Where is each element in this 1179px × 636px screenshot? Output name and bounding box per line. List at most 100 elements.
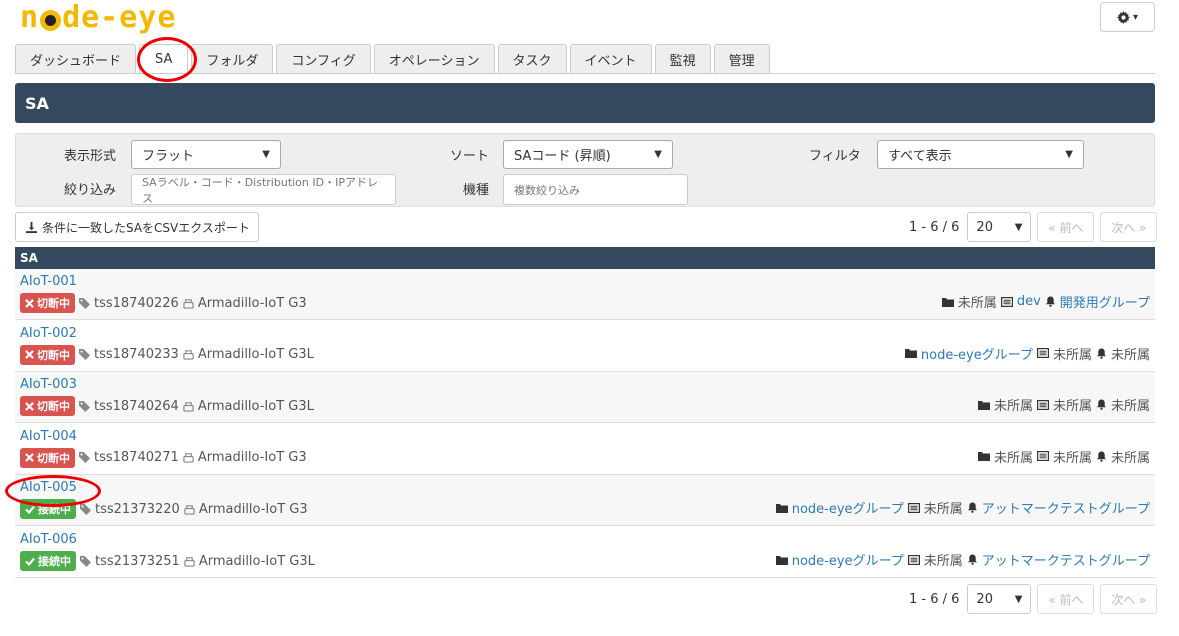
model-filter-input[interactable]: 複数絞り込み: [503, 174, 688, 205]
folder-value[interactable]: node-eyeグループ: [792, 498, 904, 517]
config-value: 未所属: [923, 554, 963, 569]
chevron-down-icon: ▾: [1132, 11, 1139, 23]
sa-meta: 切断中 tss18740271 Armadillo-IoT G3: [20, 447, 307, 468]
table-row: AIoT-005 接続中 tss21373220 Armadillo-IoT G…: [15, 475, 1155, 527]
sa-tag: tss18740271: [94, 450, 179, 466]
filter-select[interactable]: すべて表示 ▼: [877, 140, 1084, 169]
chevron-down-icon: ▼: [1014, 593, 1023, 605]
folder-value: 未所属: [957, 296, 997, 311]
device-icon: [183, 349, 194, 360]
result-count: 1 - 6 / 6: [909, 591, 960, 607]
group-value[interactable]: アットマークテストグループ: [982, 498, 1150, 517]
folder-value[interactable]: node-eyeグループ: [792, 550, 904, 569]
config-value: 未所属: [1052, 347, 1092, 363]
config-value: 未所属: [1052, 399, 1092, 415]
display-format-select[interactable]: フラット ▼: [131, 140, 281, 169]
tab-operation[interactable]: オペレーション: [373, 44, 495, 73]
sa-tag: tss18740264: [94, 398, 179, 414]
next-page-button[interactable]: 次へ »: [1100, 212, 1158, 242]
sa-name-link[interactable]: AIoT-001: [20, 274, 77, 289]
filter-label: フィルタ: [809, 149, 861, 164]
status-text: 切断中: [37, 348, 70, 362]
group-value: 未所属: [1110, 450, 1150, 466]
model-label: 機種: [463, 183, 490, 198]
tab-event[interactable]: イベント: [569, 44, 652, 73]
folder-icon: [775, 503, 788, 513]
tab-sa[interactable]: SA: [139, 44, 189, 74]
sa-name-link[interactable]: AIoT-003: [20, 377, 77, 392]
close-icon: [25, 401, 34, 411]
sa-name-link[interactable]: AIoT-002: [20, 326, 77, 341]
sa-name-link[interactable]: AIoT-006: [20, 532, 77, 547]
tabs-divider: [15, 73, 1155, 74]
sort-select[interactable]: SAコード (昇順) ▼: [503, 140, 673, 169]
tab-folder[interactable]: フォルダ: [191, 44, 274, 73]
folder-value: 未所属: [993, 450, 1033, 466]
sa-assignments: node-eyeグループ 未所属 アットマークテストグループ: [775, 498, 1150, 518]
sa-meta: 切断中 tss18740226 Armadillo-IoT G3: [20, 293, 307, 313]
status-text: 切断中: [37, 451, 70, 465]
sa-meta: 接続中 tss21373220 Armadillo-IoT G3: [20, 499, 308, 520]
narrow-search-input[interactable]: SAラベル・コード・Distribution ID・IPアドレス: [131, 174, 396, 205]
bell-icon: [1096, 399, 1107, 411]
config-icon: [907, 502, 920, 513]
per-page-value: 20: [976, 591, 993, 607]
csv-export-button[interactable]: 条件に一致したSAをCSVエクスポート: [15, 212, 259, 242]
tag-icon: [79, 349, 90, 361]
bell-icon: [967, 554, 978, 565]
per-page-select[interactable]: 20 ▼: [967, 212, 1032, 242]
per-page-select[interactable]: 20 ▼: [967, 584, 1032, 614]
sa-name-link[interactable]: AIoT-005: [20, 480, 77, 495]
tab-monitoring[interactable]: 監視: [654, 44, 711, 73]
device-icon: [183, 401, 194, 412]
tab-dashboard[interactable]: ダッシュボード: [15, 44, 137, 73]
display-format-value: フラット: [142, 149, 195, 164]
status-text: 接続中: [38, 555, 71, 568]
status-badge: 接続中: [20, 499, 76, 520]
tab-admin[interactable]: 管理: [713, 44, 770, 73]
bell-icon: [967, 502, 978, 514]
table-row: AIoT-004 切断中 tss18740271 Armadillo-IoT G…: [15, 424, 1155, 475]
sa-meta: 接続中 tss21373251 Armadillo-IoT G3L: [20, 551, 315, 571]
settings-button[interactable]: ▾: [1100, 2, 1155, 32]
filter-panel: 表示形式 フラット ▼ ソート SAコード (昇順) ▼ フィルタ すべて表示 ▼ 絞…: [15, 133, 1155, 207]
sa-assignments: node-eyeグループ 未所属 未所属: [904, 344, 1150, 363]
logo-text-start: n: [20, 0, 40, 35]
sa-assignments: 未所属 未所属 未所属: [977, 395, 1150, 415]
status-badge: 切断中: [20, 396, 75, 417]
tab-config[interactable]: コンフィグ: [276, 44, 371, 73]
table-row: AIoT-001 切断中 tss18740226 Armadillo-IoT G…: [15, 269, 1155, 320]
config-value[interactable]: dev: [1017, 294, 1041, 309]
folder-icon: [904, 348, 917, 359]
list-header: SA: [15, 247, 1155, 269]
sa-name-link[interactable]: AIoT-004: [20, 429, 77, 444]
csv-export-label: 条件に一致したSAをCSVエクスポート: [42, 220, 250, 235]
prev-page-button[interactable]: « 前へ: [1037, 584, 1095, 614]
logo-text-end: de-eye: [62, 0, 177, 35]
close-icon: [25, 350, 34, 359]
folder-icon: [941, 297, 954, 307]
sa-tag: tss21373220: [95, 501, 180, 517]
device-icon: [183, 298, 194, 309]
group-value[interactable]: アットマークテストグループ: [982, 550, 1150, 569]
result-count: 1 - 6 / 6: [909, 219, 960, 235]
config-value: 未所属: [923, 502, 963, 518]
device-icon: [184, 556, 195, 567]
group-value[interactable]: 開発用グループ: [1060, 292, 1150, 311]
config-icon: [1036, 399, 1049, 410]
check-icon: [25, 557, 35, 566]
table-row: AIoT-003 切断中 tss18740264 Armadillo-IoT G…: [15, 372, 1155, 424]
sa-model: Armadillo-IoT G3: [197, 295, 307, 311]
bell-icon: [1045, 296, 1056, 307]
next-page-button[interactable]: 次へ »: [1100, 584, 1158, 614]
folder-value[interactable]: node-eyeグループ: [921, 344, 1033, 363]
download-icon: [26, 221, 37, 233]
status-badge: 接続中: [20, 551, 76, 571]
tab-task[interactable]: タスク: [497, 44, 567, 73]
sa-model: Armadillo-IoT G3: [197, 450, 307, 466]
config-icon: [1036, 348, 1049, 359]
close-icon: [25, 298, 34, 308]
prev-page-button[interactable]: « 前へ: [1037, 212, 1095, 242]
sa-assignments: 未所属 未所属 未所属: [977, 447, 1150, 466]
per-page-value: 20: [976, 219, 993, 235]
